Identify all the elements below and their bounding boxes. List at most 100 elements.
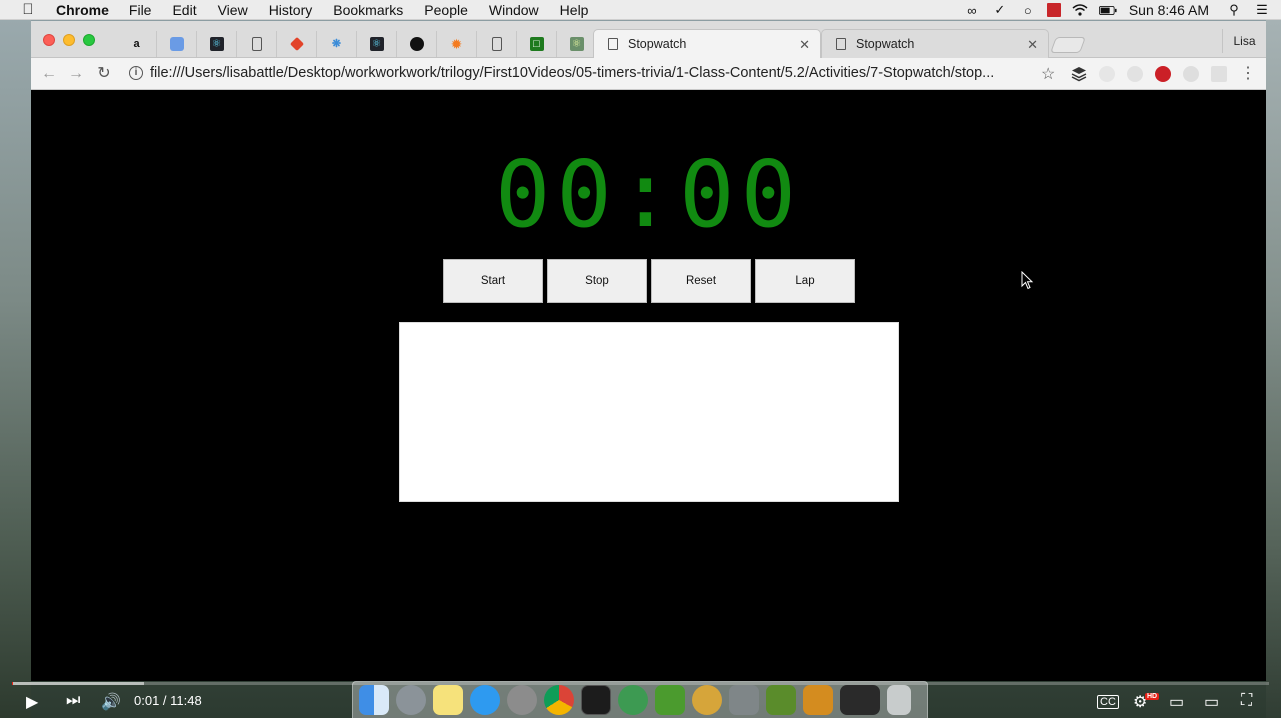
extension-icon[interactable] (1127, 66, 1143, 82)
checkmark-icon[interactable]: ✓ (991, 2, 1009, 17)
react-icon: ⚛ (569, 37, 584, 51)
stop-button[interactable]: Stop (547, 259, 647, 303)
fullscreen-icon[interactable]: ⛶ (1241, 692, 1252, 710)
new-tab-button[interactable] (1050, 37, 1086, 53)
pinned-tab-react[interactable]: ⚛ (197, 31, 237, 57)
pinterest-icon[interactable] (1155, 66, 1171, 82)
laps-panel (399, 322, 899, 502)
chrome-menu-icon[interactable]: ⋮ (1238, 64, 1258, 84)
sun-icon: ✹ (450, 36, 463, 52)
menu-bookmarks[interactable]: Bookmarks (333, 2, 403, 18)
start-button[interactable]: Start (443, 259, 543, 303)
tab-stopwatch-active[interactable]: Stopwatch ✕ (593, 29, 821, 58)
hd-badge: HD (1145, 693, 1160, 700)
pinned-tab-react-3[interactable]: ⚛ (557, 31, 597, 57)
close-tab-icon[interactable]: ✕ (799, 37, 810, 53)
github-icon (409, 37, 424, 51)
reset-button[interactable]: Reset (651, 259, 751, 303)
forward-arrow-icon[interactable]: → (66, 64, 86, 84)
video-progress-bar[interactable] (12, 682, 1269, 685)
cast-icon[interactable]: ▭ (1204, 692, 1219, 712)
close-window-button[interactable] (43, 34, 55, 46)
pinned-tabs: a ⚛ ❋ ⚛ ✹ □ ⚛ (117, 31, 597, 57)
bookmark-star-icon[interactable]: ☆ (1041, 64, 1055, 84)
document-icon (836, 38, 846, 50)
react-icon: ⚛ (209, 37, 224, 51)
notification-center-icon[interactable]: ☰ (1253, 2, 1271, 17)
browser-toolbar: ← → ↻ i file:///Users/lisabattle/Desktop… (31, 58, 1266, 90)
document-icon (491, 37, 502, 51)
menu-app-name[interactable]: Chrome (56, 2, 109, 18)
browser-window: a ⚛ ❋ ⚛ ✹ □ ⚛ Stopwatch ✕ Stopwatch ✕ Li… (31, 21, 1266, 681)
pinned-tab-page[interactable] (237, 31, 277, 57)
battery-icon[interactable] (1098, 3, 1117, 17)
zoom-window-button[interactable] (83, 34, 95, 46)
window-controls (43, 34, 103, 46)
asterisk-icon: ❋ (331, 38, 342, 50)
theater-mode-icon[interactable]: ▭ (1169, 692, 1184, 712)
hexagon-icon (169, 37, 184, 51)
pinned-tab-github[interactable] (397, 31, 437, 57)
infinity-icon[interactable]: ∞ (963, 3, 981, 18)
extension-icon[interactable] (1183, 66, 1199, 82)
pinned-tab-sun[interactable]: ✹ (437, 31, 477, 57)
info-icon[interactable]: i (129, 66, 143, 80)
pinned-tab-terminal[interactable]: □ (517, 31, 557, 57)
stopwatch-display: 00:00 (495, 141, 802, 248)
tab-title: Stopwatch (856, 37, 915, 51)
document-icon (608, 38, 618, 50)
tab-strip: a ⚛ ❋ ⚛ ✹ □ ⚛ Stopwatch ✕ Stopwatch ✕ Li… (31, 21, 1266, 58)
wifi-icon[interactable] (1071, 3, 1089, 17)
reload-icon[interactable]: ↻ (94, 64, 114, 84)
minimize-window-button[interactable] (63, 34, 75, 46)
buffer-extension-icon[interactable] (1071, 66, 1087, 82)
mouse-cursor-icon (1021, 271, 1034, 290)
stopwatch-controls: Start Stop Reset Lap (443, 259, 859, 303)
recording-icon[interactable] (1046, 3, 1061, 17)
terminal-icon: □ (529, 37, 544, 51)
gitlab-icon (289, 36, 304, 52)
menu-extras: ∞ ✓ ○ Sun 8:46 AM ⚲ ☰ (953, 0, 1271, 20)
back-arrow-icon[interactable]: ← (39, 64, 59, 84)
play-icon[interactable]: ▶ (26, 692, 38, 712)
creative-cloud-icon[interactable]: ○ (1019, 3, 1037, 18)
video-played (12, 682, 14, 685)
tab-stopwatch[interactable]: Stopwatch ✕ (821, 29, 1049, 58)
address-bar[interactable]: file:///Users/lisabattle/Desktop/workwor… (150, 65, 1030, 81)
close-tab-icon[interactable]: ✕ (1027, 37, 1038, 53)
document-icon (251, 37, 262, 51)
menu-help[interactable]: Help (560, 2, 589, 18)
pinned-tab-asterisk[interactable]: ❋ (317, 31, 357, 57)
menu-window[interactable]: Window (489, 2, 539, 18)
desktop-wallpaper-right (1266, 20, 1281, 718)
menu-history[interactable]: History (269, 2, 313, 18)
page-content: 00:00 Start Stop Reset Lap (31, 90, 1266, 681)
desktop-wallpaper-left (0, 20, 31, 718)
pinned-tab-react-2[interactable]: ⚛ (357, 31, 397, 57)
pinned-tab-page-2[interactable] (477, 31, 517, 57)
next-video-icon[interactable]: ⏭ (66, 692, 80, 710)
pinned-tab-hex[interactable] (157, 31, 197, 57)
app-menu: Chrome File Edit View History Bookmarks … (56, 2, 609, 18)
profile-button[interactable]: Lisa (1222, 29, 1266, 53)
video-time: 0:01 / 11:48 (134, 693, 202, 708)
video-buffered (12, 682, 144, 685)
mac-menu-bar:  Chrome File Edit View History Bookmark… (0, 0, 1281, 20)
pinned-tab-gitlab[interactable] (277, 31, 317, 57)
amazon-icon: a (133, 38, 140, 50)
tab-title: Stopwatch (628, 37, 687, 51)
spotlight-search-icon[interactable]: ⚲ (1225, 2, 1243, 17)
menu-file[interactable]: File (129, 2, 152, 18)
captions-icon[interactable]: CC (1097, 695, 1119, 709)
menu-view[interactable]: View (218, 2, 248, 18)
pinned-tab-amazon[interactable]: a (117, 31, 157, 57)
menu-clock[interactable]: Sun 8:46 AM (1129, 2, 1209, 18)
extension-icon[interactable] (1211, 66, 1227, 82)
apple-menu-icon[interactable]:  (14, 1, 42, 18)
lap-button[interactable]: Lap (755, 259, 855, 303)
volume-icon[interactable]: 🔊 (101, 692, 121, 712)
menu-people[interactable]: People (424, 2, 468, 18)
extension-icon[interactable] (1099, 66, 1115, 82)
menu-edit[interactable]: Edit (172, 2, 196, 18)
react-icon: ⚛ (369, 37, 384, 51)
